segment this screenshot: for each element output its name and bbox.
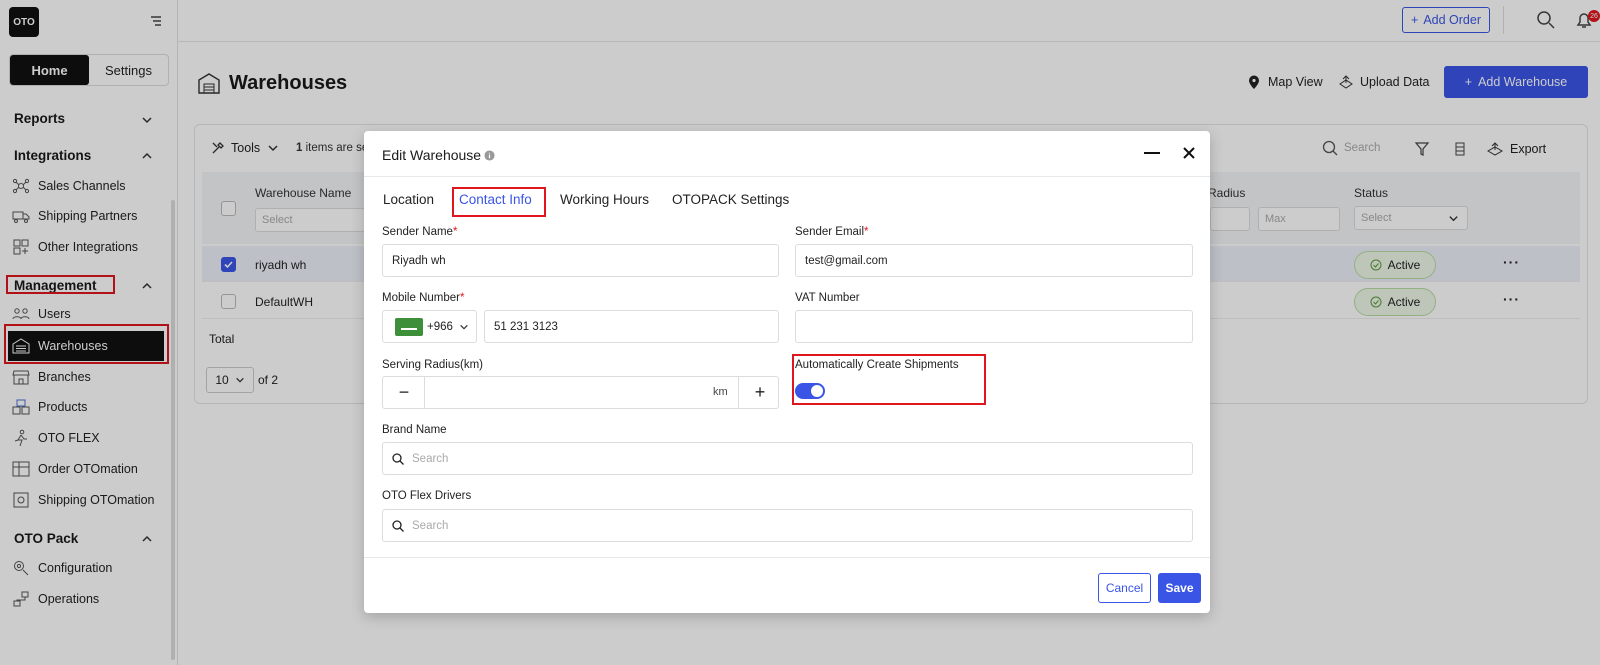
sender-email-label: Sender Email* [795, 226, 869, 238]
search-icon [392, 452, 404, 465]
save-button[interactable]: Save [1158, 573, 1201, 603]
saudi-flag-icon [395, 317, 423, 336]
brand-name-search-input[interactable]: Search [382, 442, 1193, 475]
required-mark: * [452, 226, 458, 238]
country-code-select[interactable]: +966 [382, 310, 477, 343]
brand-name-label: Brand Name [382, 424, 447, 436]
label-text: Mobile Number [382, 292, 460, 304]
oto-flex-drivers-label: OTO Flex Drivers [382, 490, 472, 502]
tab-working-hours[interactable]: Working Hours [560, 192, 649, 207]
modal-header-divider [364, 176, 1210, 177]
sender-name-input[interactable]: Riyadh wh [382, 244, 779, 277]
edit-warehouse-modal: Edit Warehouse Location Contact Info Wor… [364, 131, 1210, 613]
search-icon [392, 519, 404, 532]
highlight-box-auto-shipments [792, 354, 986, 405]
search-placeholder: Search [412, 452, 449, 465]
modal-title-text: Edit Warehouse [382, 147, 482, 163]
country-code-value: +966 [427, 320, 453, 333]
sender-email-input[interactable]: test@gmail.com [795, 244, 1193, 277]
info-icon[interactable] [484, 149, 495, 161]
minimize-icon[interactable] [1144, 152, 1160, 154]
modal-title: Edit Warehouse [382, 147, 495, 163]
label-text: Sender Email [795, 226, 865, 238]
label-text: Sender Name [382, 226, 453, 238]
decrement-button[interactable]: − [383, 377, 425, 408]
mobile-number-label: Mobile Number* [382, 292, 464, 304]
increment-button[interactable]: + [739, 377, 781, 408]
chevron-down-icon [460, 324, 468, 330]
oto-flex-drivers-search-input[interactable]: Search [382, 509, 1193, 542]
cancel-button[interactable]: Cancel [1098, 573, 1151, 603]
required-mark: * [864, 226, 869, 238]
serving-radius-label: Serving Radius(km) [382, 359, 483, 371]
serving-radius-stepper: − km + [382, 376, 779, 409]
tab-otopack-settings[interactable]: OTOPACK Settings [672, 192, 789, 207]
search-placeholder: Search [412, 519, 449, 532]
vat-number-input[interactable] [795, 310, 1193, 343]
tab-location[interactable]: Location [383, 192, 434, 207]
highlight-box-contact-tab [452, 187, 546, 217]
modal-footer-divider [364, 557, 1210, 558]
close-icon[interactable] [1181, 145, 1197, 161]
stepper-divider [424, 377, 425, 408]
radius-unit: km [713, 386, 728, 398]
mobile-number-input[interactable]: 51 231 3123 [484, 310, 779, 343]
required-mark: * [459, 292, 465, 304]
vat-number-label: VAT Number [795, 292, 860, 304]
sender-name-label: Sender Name* [382, 226, 457, 238]
